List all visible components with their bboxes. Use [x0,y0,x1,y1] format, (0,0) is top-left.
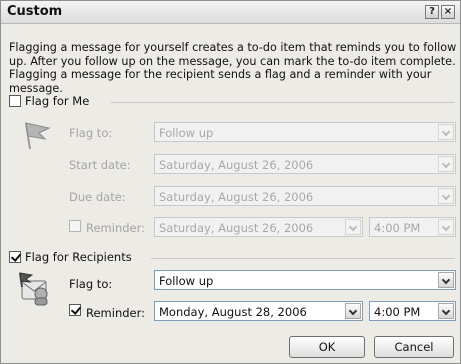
chevron-down-icon[interactable] [345,303,361,319]
recipients-reminder-time-select[interactable]: 4:00 PM [369,301,456,321]
custom-dialog: Custom ? × Flagging a message for yourse… [0,0,461,364]
flag-for-recipients-section: Flag for Recipients [9,250,455,265]
start-date-label: Start date: [69,158,131,172]
my-reminder-time-select[interactable]: 4:00 PM [369,217,456,237]
recipients-reminder-date-picker[interactable]: Monday, August 28, 2006 [154,301,363,321]
flag-for-recipients-checkbox[interactable] [9,251,21,263]
start-date-picker[interactable]: Saturday, August 26, 2006 [154,154,456,174]
title-bar: Custom ? × [1,1,460,24]
my-reminder-date-value: Saturday, August 26, 2006 [159,221,314,235]
chevron-down-icon[interactable] [345,219,361,235]
my-reminder-date-picker[interactable]: Saturday, August 26, 2006 [154,217,363,237]
recipients-flag-to-value: Follow up [159,274,214,288]
my-reminder-time-value: 4:00 PM [374,221,421,235]
close-button[interactable]: × [441,5,455,19]
cancel-button[interactable]: Cancel [374,336,454,358]
my-reminder-label: Reminder: [86,221,146,235]
chevron-down-icon[interactable] [438,303,454,319]
help-button[interactable]: ? [425,5,439,19]
recipients-flag-to-label: Flag to: [69,277,113,291]
chevron-down-icon[interactable] [438,156,454,172]
flag-for-me-label: Flag for Me [25,94,90,108]
flag-to-label: Flag to: [69,126,113,140]
my-reminder-checkbox[interactable] [69,220,81,232]
section-divider [111,102,455,103]
description-text: Flagging a message for yourself creates … [9,41,457,95]
flag-for-recipients-label: Flag for Recipients [25,250,132,264]
chevron-down-icon[interactable] [438,124,454,140]
due-date-value: Saturday, August 26, 2006 [159,190,314,204]
start-date-value: Saturday, August 26, 2006 [159,158,314,172]
chevron-down-icon[interactable] [438,272,454,288]
flag-to-value: Follow up [159,126,214,140]
recipients-flag-to-select[interactable]: Follow up [154,270,456,290]
recipients-reminder-checkbox[interactable] [69,304,81,316]
flag-icon [19,119,53,154]
ok-button[interactable]: OK [289,336,365,358]
due-date-picker[interactable]: Saturday, August 26, 2006 [154,186,456,206]
recipients-reminder-time-value: 4:00 PM [374,305,421,319]
recipients-flag-icon [17,271,53,310]
chevron-down-icon[interactable] [438,219,454,235]
recipients-reminder-label: Reminder: [86,306,146,320]
section-divider [151,258,455,259]
recipients-reminder-date-value: Monday, August 28, 2006 [159,305,307,319]
flag-for-me-checkbox[interactable] [9,95,21,107]
flag-to-select[interactable]: Follow up [154,122,456,142]
chevron-down-icon[interactable] [438,188,454,204]
dialog-title: Custom [7,4,63,19]
due-date-label: Due date: [69,190,126,204]
flag-for-me-section: Flag for Me [9,94,455,109]
